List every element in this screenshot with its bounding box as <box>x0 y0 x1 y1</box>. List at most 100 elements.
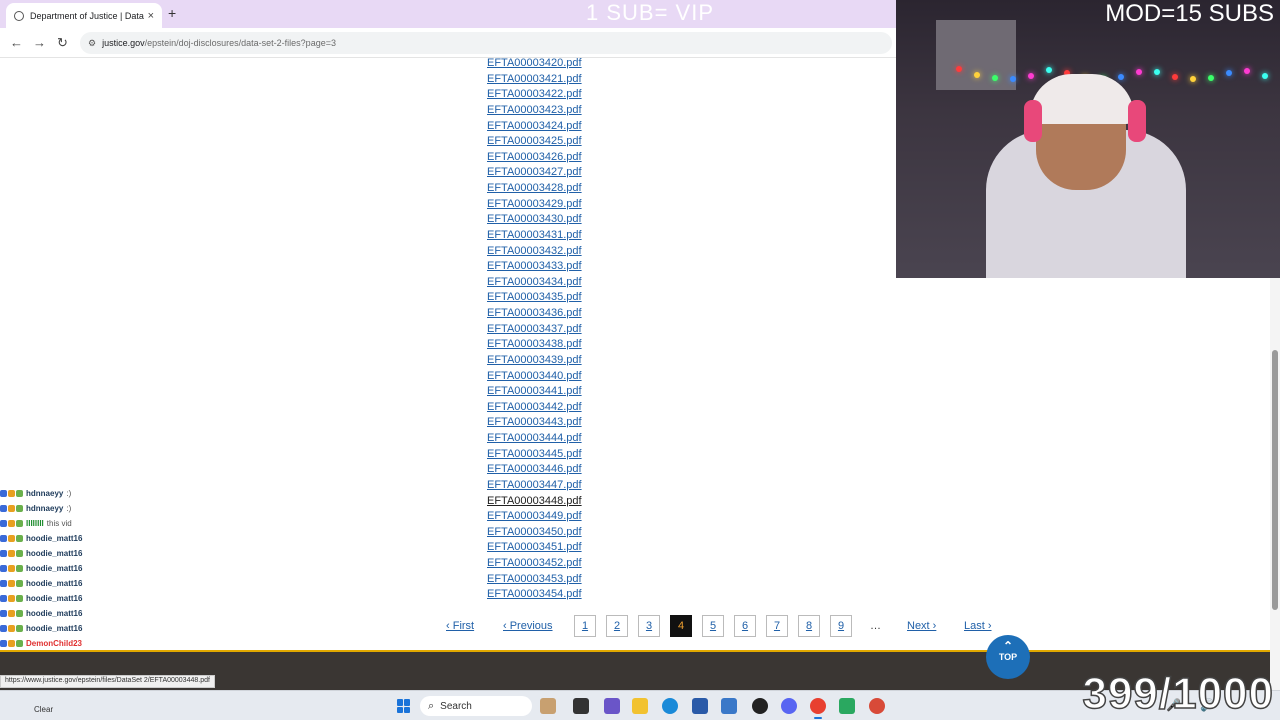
file-link[interactable]: EFTA00003454.pdf <box>487 587 582 603</box>
address-bar[interactable]: ⚙ justice.gov/epstein/doj-disclosures/da… <box>80 32 892 54</box>
file-link[interactable]: EFTA00003427.pdf <box>487 165 582 181</box>
site-info-icon[interactable]: ⚙ <box>88 38 96 49</box>
reload-button[interactable]: ↻ <box>57 35 68 51</box>
first-page-link[interactable]: ‹ First <box>446 620 474 632</box>
taskbar-app-edge-icon[interactable] <box>662 698 678 714</box>
taskbar-app-discord-icon[interactable] <box>781 698 797 714</box>
chat-username[interactable]: hoodie_matt16 <box>26 579 82 588</box>
file-link[interactable]: EFTA00003424.pdf <box>487 119 582 135</box>
link-status-url: https://www.justice.gov/epstein/files/Da… <box>0 675 215 688</box>
file-link[interactable]: EFTA00003447.pdf <box>487 478 582 494</box>
chat-username[interactable]: hdnnaeyy <box>26 504 63 513</box>
file-link[interactable]: EFTA00003450.pdf <box>487 525 582 541</box>
file-link[interactable]: EFTA00003436.pdf <box>487 306 582 322</box>
file-link[interactable]: EFTA00003423.pdf <box>487 103 582 119</box>
taskbar-search[interactable]: ⌕ Search <box>420 696 532 716</box>
file-link[interactable]: EFTA00003441.pdf <box>487 384 582 400</box>
page-link-7[interactable]: 7 <box>766 615 788 637</box>
chat-clear-label[interactable]: Clear <box>34 705 53 714</box>
taskbar-app-chrome-icon[interactable] <box>810 698 826 719</box>
taskbar-search-label: Search <box>440 700 472 712</box>
chat-username[interactable]: hoodie_matt16 <box>26 624 82 633</box>
page-link-5[interactable]: 5 <box>702 615 724 637</box>
page-link-8[interactable]: 8 <box>798 615 820 637</box>
page-link-4-current[interactable]: 4 <box>670 615 692 637</box>
taskbar-app-chrome-alt-icon[interactable] <box>869 698 885 714</box>
file-link[interactable]: EFTA00003429.pdf <box>487 197 582 213</box>
previous-page-link[interactable]: ‹ Previous <box>503 620 553 632</box>
chat-badge-icon <box>8 595 15 602</box>
file-link[interactable]: EFTA00003432.pdf <box>487 244 582 260</box>
file-link[interactable]: EFTA00003443.pdf <box>487 415 582 431</box>
page-link-3[interactable]: 3 <box>638 615 660 637</box>
page-link-9[interactable]: 9 <box>830 615 852 637</box>
light-bulb <box>1190 75 1196 82</box>
taskbar-app-copilot-icon[interactable] <box>604 698 620 714</box>
page-link-1[interactable]: 1 <box>574 615 596 637</box>
file-link[interactable]: EFTA00003435.pdf <box>487 290 582 306</box>
file-link[interactable]: EFTA00003437.pdf <box>487 322 582 338</box>
file-link[interactable]: EFTA00003428.pdf <box>487 181 582 197</box>
last-page-link[interactable]: Last › <box>964 620 992 632</box>
chat-username[interactable]: hoodie_matt16 <box>26 609 82 618</box>
taskbar-app-outlook-icon[interactable] <box>721 698 737 714</box>
file-link[interactable]: EFTA00003434.pdf <box>487 275 582 291</box>
windows-start-icon[interactable] <box>397 699 411 713</box>
chat-username[interactable]: DemonChild23 <box>26 639 82 648</box>
forward-button[interactable]: → <box>33 35 46 50</box>
file-link[interactable]: EFTA00003452.pdf <box>487 556 582 572</box>
chat-badges <box>0 505 23 512</box>
chat-message: hoodie_matt16 <box>0 546 130 561</box>
file-link[interactable]: EFTA00003440.pdf <box>487 369 582 385</box>
light-bulb <box>1136 68 1142 75</box>
file-link[interactable]: EFTA00003433.pdf <box>487 259 582 275</box>
back-button[interactable]: ← <box>10 35 23 50</box>
taskbar-app-explorer-icon[interactable] <box>632 698 648 714</box>
stream-overlay-mod-text: MOD=15 SUBS <box>1105 0 1274 27</box>
file-link[interactable]: EFTA00003445.pdf <box>487 447 582 463</box>
taskbar-app-widgets-icon[interactable] <box>540 698 556 714</box>
file-link[interactable]: EFTA00003439.pdf <box>487 353 582 369</box>
file-link[interactable]: EFTA00003425.pdf <box>487 134 582 150</box>
file-link[interactable]: EFTA00003444.pdf <box>487 431 582 447</box>
file-link[interactable]: EFTA00003453.pdf <box>487 572 582 588</box>
browser-tab[interactable]: Department of Justice | Data Se × <box>6 3 162 28</box>
chat-username[interactable]: IIIIIIII <box>26 519 44 528</box>
chat-badge-icon <box>0 490 7 497</box>
new-tab-button[interactable]: + <box>168 5 176 21</box>
file-link[interactable]: EFTA00003420.pdf <box>487 56 582 72</box>
taskbar-app-obs-icon[interactable] <box>752 698 768 714</box>
page-link-6[interactable]: 6 <box>734 615 756 637</box>
file-link[interactable]: EFTA00003446.pdf <box>487 462 582 478</box>
chat-username[interactable]: hoodie_matt16 <box>26 534 82 543</box>
light-bulb <box>1226 70 1232 77</box>
file-link[interactable]: EFTA00003431.pdf <box>487 228 582 244</box>
pagination-ellipsis: … <box>870 620 881 632</box>
file-link[interactable]: EFTA00003442.pdf <box>487 400 582 416</box>
chat-badge-icon <box>16 505 23 512</box>
file-link[interactable]: EFTA00003422.pdf <box>487 87 582 103</box>
file-link[interactable]: EFTA00003430.pdf <box>487 212 582 228</box>
scrollbar-thumb[interactable] <box>1272 350 1278 610</box>
file-link[interactable]: EFTA00003449.pdf <box>487 509 582 525</box>
taskbar-app-notepad-icon[interactable] <box>839 698 855 714</box>
taskbar-app-store-icon[interactable] <box>692 698 708 714</box>
file-link[interactable]: EFTA00003451.pdf <box>487 540 582 556</box>
next-page-link[interactable]: Next › <box>907 620 936 632</box>
close-tab-icon[interactable]: × <box>148 10 154 22</box>
chat-username[interactable]: hoodie_matt16 <box>26 564 82 573</box>
chat-username[interactable]: hoodie_matt16 <box>26 594 82 603</box>
doj-seal-icon <box>14 10 24 21</box>
url-path: /epstein/doj-disclosures/data-set-2-file… <box>144 38 336 48</box>
taskbar-app-taskview-icon[interactable] <box>573 698 589 714</box>
chat-username[interactable]: hdnnaeyy <box>26 489 63 498</box>
page-link-2[interactable]: 2 <box>606 615 628 637</box>
light-bulb <box>1010 75 1016 82</box>
chat-username[interactable]: hoodie_matt16 <box>26 549 82 558</box>
file-link[interactable]: EFTA00003438.pdf <box>487 337 582 353</box>
light-bulb <box>992 75 998 82</box>
file-link[interactable]: EFTA00003426.pdf <box>487 150 582 166</box>
file-link[interactable]: EFTA00003421.pdf <box>487 72 582 88</box>
back-to-top-button[interactable]: ⌃ TOP <box>986 635 1030 679</box>
file-link[interactable]: EFTA00003448.pdf <box>487 494 582 510</box>
